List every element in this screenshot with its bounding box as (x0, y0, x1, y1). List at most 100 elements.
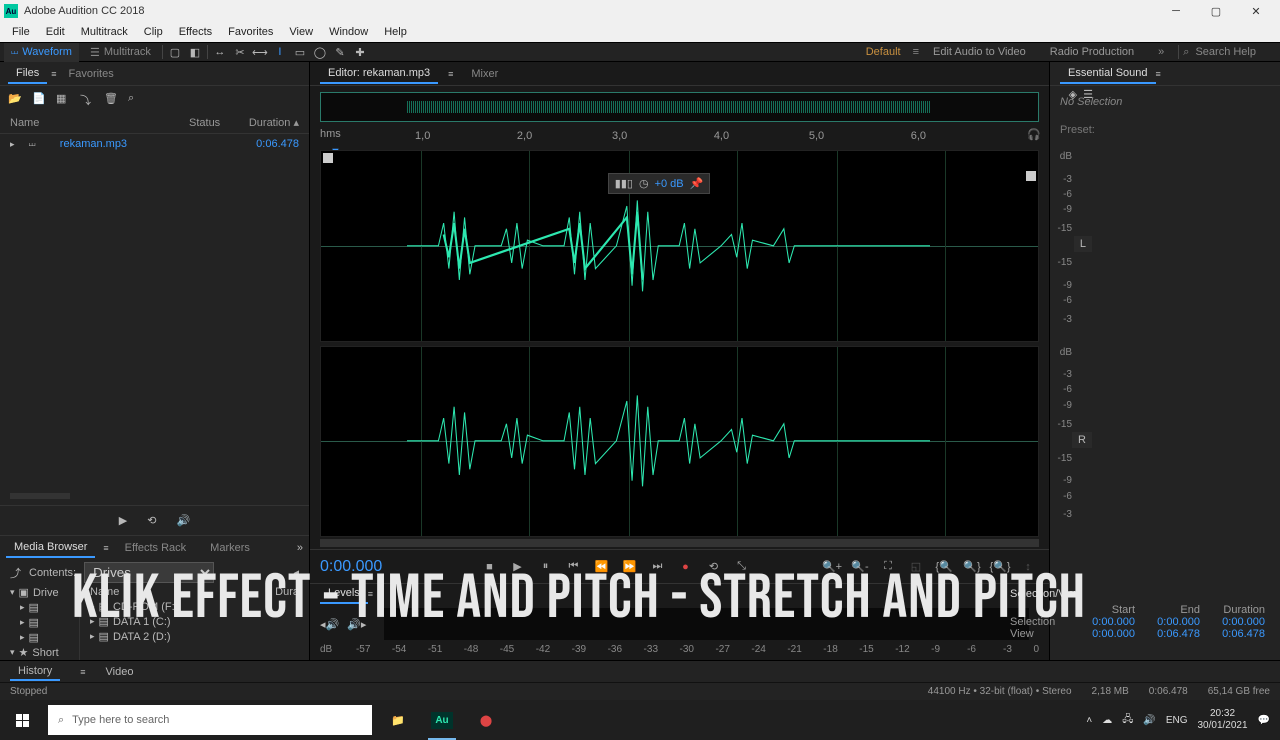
menu-view[interactable]: View (281, 26, 321, 38)
tray-clock[interactable]: 20:32 30/01/2021 (1197, 708, 1247, 732)
mb-drive-item[interactable]: ▸▤ (0, 630, 79, 645)
workspace-more-icon[interactable]: » (1148, 46, 1174, 58)
tray-volume-icon[interactable]: 🔊 (1143, 715, 1155, 726)
menu-file[interactable]: File (4, 26, 38, 38)
display-icon-1[interactable]: ▢ (167, 44, 183, 60)
col-name[interactable]: Name (10, 117, 189, 129)
tab-history[interactable]: History (10, 663, 60, 681)
overview-waveform[interactable] (320, 92, 1039, 122)
skip-selection-button[interactable]: ⤡ (731, 556, 753, 578)
tray-chevron-icon[interactable]: ˄ (1086, 715, 1092, 726)
taskbar-search[interactable]: ⌕ Type here to search (48, 705, 372, 735)
record-button[interactable]: ● (675, 556, 697, 578)
zoom-full-button[interactable]: ⛶ (877, 556, 899, 578)
maximize-button[interactable]: ▢ (1196, 0, 1236, 22)
lasso-tool[interactable]: ◯ (312, 44, 328, 60)
horizontal-scrollbar[interactable] (320, 539, 1039, 547)
slip-tool[interactable]: ⟷ (252, 44, 268, 60)
tab-editor[interactable]: Editor: rekaman.mp3 (320, 64, 438, 84)
tab-video[interactable]: Video (106, 666, 134, 678)
editor-menu-icon[interactable]: ≡ (448, 69, 453, 79)
tray-onedrive-icon[interactable]: ☁ (1102, 715, 1112, 726)
mb-nav-icon[interactable]: ◂ (293, 566, 299, 579)
expand-icon[interactable]: ▸ (10, 139, 15, 150)
search-help[interactable]: ⌕ Search Help (1183, 46, 1276, 59)
hud-overlay[interactable]: ▮▮▯ ◷ +0 dB 📌 (608, 173, 711, 194)
start-button[interactable] (0, 700, 44, 740)
mb-col-drive[interactable]: ▾▣Drive (0, 585, 79, 600)
tab-media-browser[interactable]: Media Browser (6, 538, 95, 558)
hud-pin-icon[interactable]: 📌 (690, 177, 704, 190)
headphone-icon[interactable]: 🎧 (1027, 128, 1041, 141)
menu-multitrack[interactable]: Multitrack (73, 26, 136, 38)
skip-start-button[interactable]: ⏮ (563, 556, 585, 578)
open-file-icon[interactable]: 📂 (8, 92, 22, 106)
levels-left-icon[interactable]: ◂🔊 (320, 618, 339, 631)
sel-dur[interactable]: 0:00.000 (1200, 616, 1265, 628)
tab-mixer[interactable]: Mixer (463, 65, 506, 83)
view-start[interactable]: 0:00.000 (1070, 628, 1135, 640)
mb-up-icon[interactable]: ⤴ (10, 565, 21, 581)
menu-favorites[interactable]: Favorites (220, 26, 281, 38)
waveform-left-channel[interactable]: ▮▮▯ ◷ +0 dB 📌 dB -3-6-9-15 -15-9-6-3 L (320, 150, 1039, 342)
channel-toggle-l[interactable] (323, 153, 333, 163)
workspace-menu-icon[interactable]: ≡ (913, 46, 919, 58)
mb-more-icon[interactable]: » (297, 542, 303, 554)
tray-notifications-icon[interactable]: 💬 (1258, 715, 1270, 726)
zoom-in-button[interactable]: 🔍+ (821, 556, 843, 578)
new-file-icon[interactable]: 📄 (32, 92, 46, 106)
history-menu-icon[interactable]: ≡ (80, 667, 85, 677)
ess-menu-icon[interactable]: ≡ (1156, 69, 1161, 79)
marquee-tool[interactable]: ▭ (292, 44, 308, 60)
view-menu-icon[interactable]: ☰ (1083, 88, 1093, 101)
menu-help[interactable]: Help (376, 26, 415, 38)
menu-window[interactable]: Window (321, 26, 376, 38)
heal-tool[interactable]: ✚ (352, 44, 368, 60)
stop-button[interactable]: ■ (479, 556, 501, 578)
menu-edit[interactable]: Edit (38, 26, 73, 38)
task-explorer[interactable]: 📁 (376, 700, 420, 740)
mb-right-header[interactable]: Name▴ Dura (80, 585, 309, 599)
zoom-amp-button[interactable]: ↕ (1017, 556, 1039, 578)
channel-label-left[interactable]: L (1074, 236, 1092, 252)
preview-loop-button[interactable]: ⟲ (147, 514, 156, 527)
waveform-mode-button[interactable]: ⏙ Waveform (4, 43, 79, 62)
filter-search-icon[interactable]: ⌕ (128, 92, 142, 106)
file-row[interactable]: ▸ ⏙ rekaman.mp3 0:06.478 (0, 134, 309, 154)
workspace-radio[interactable]: Radio Production (1040, 46, 1144, 58)
mb-drive-row[interactable]: ▸▤DATA 2 (D:) (80, 629, 309, 644)
waveform-right-channel[interactable]: dB -3-6-9-15 -15-9-6-3 R (320, 346, 1039, 538)
tab-essential-sound[interactable]: Essential Sound (1060, 64, 1156, 84)
col-status[interactable]: Status (189, 117, 239, 129)
move-tool[interactable]: ↔ (212, 44, 228, 60)
tab-files-menu-icon[interactable]: ≡ (51, 69, 56, 79)
channel-toggle-r-top[interactable] (1026, 171, 1036, 181)
channel-label-right[interactable]: R (1072, 432, 1092, 448)
scrollbar-thumb[interactable] (10, 493, 70, 499)
spectral-toggle-icon[interactable]: ◈ (1069, 88, 1077, 101)
view-end[interactable]: 0:06.478 (1135, 628, 1200, 640)
zoom-out-button[interactable]: 🔍- (849, 556, 871, 578)
mb-contents-select[interactable]: Drives (84, 562, 214, 583)
razor-tool[interactable]: ✂ (232, 44, 248, 60)
tab-levels[interactable]: Levels (320, 584, 368, 604)
tab-files[interactable]: Files (8, 64, 47, 84)
new-multitrack-icon[interactable]: ▦ (56, 92, 70, 106)
tab-markers[interactable]: Markers (202, 539, 258, 557)
zoom-sel-button[interactable]: ◱ (905, 556, 927, 578)
brush-tool[interactable]: ✎ (332, 44, 348, 60)
time-select-tool[interactable]: I (272, 44, 288, 60)
rewind-button[interactable]: ⏪ (591, 556, 613, 578)
col-duration[interactable]: Duration ▴ (239, 116, 299, 129)
tray-lang[interactable]: ENG (1166, 715, 1188, 726)
display-icon-2[interactable]: ◧ (187, 44, 203, 60)
mb-drive-item[interactable]: ▸▤ (0, 600, 79, 615)
sel-end[interactable]: 0:00.000 (1135, 616, 1200, 628)
play-button[interactable]: ▶ (507, 556, 529, 578)
time-ruler[interactable]: ▼ hms 1,0 2,0 3,0 4,0 5,0 6,0 🎧 (320, 128, 999, 150)
levels-right-icon[interactable]: 🔊▸ (347, 618, 366, 631)
view-dur[interactable]: 0:06.478 (1200, 628, 1265, 640)
sel-start[interactable]: 0:00.000 (1070, 616, 1135, 628)
waveform-area[interactable]: ▮▮▯ ◷ +0 dB 📌 dB -3-6-9-15 -15-9-6-3 L (320, 150, 1039, 537)
loop-button[interactable]: ⟲ (703, 556, 725, 578)
